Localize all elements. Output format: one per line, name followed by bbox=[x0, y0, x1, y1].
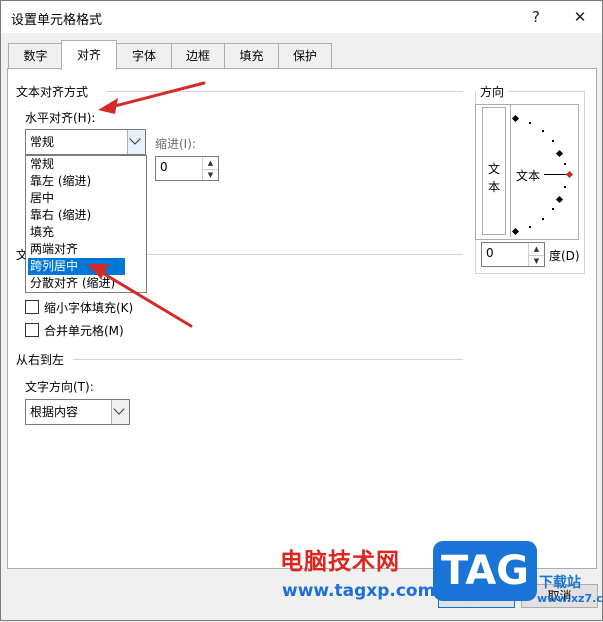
format-cells-dialog: 设置单元格格式 ? ✕ 数字 对齐 字体 边框 填充 保护 文本对齐方式 水平对… bbox=[0, 0, 603, 621]
arrow-to-horizontal-label bbox=[109, 81, 206, 109]
annotation-arrows bbox=[87, 81, 206, 328]
arrowhead-icon bbox=[98, 98, 118, 114]
arrow-to-center-across bbox=[99, 270, 193, 328]
arrowhead-icon bbox=[87, 264, 109, 279]
